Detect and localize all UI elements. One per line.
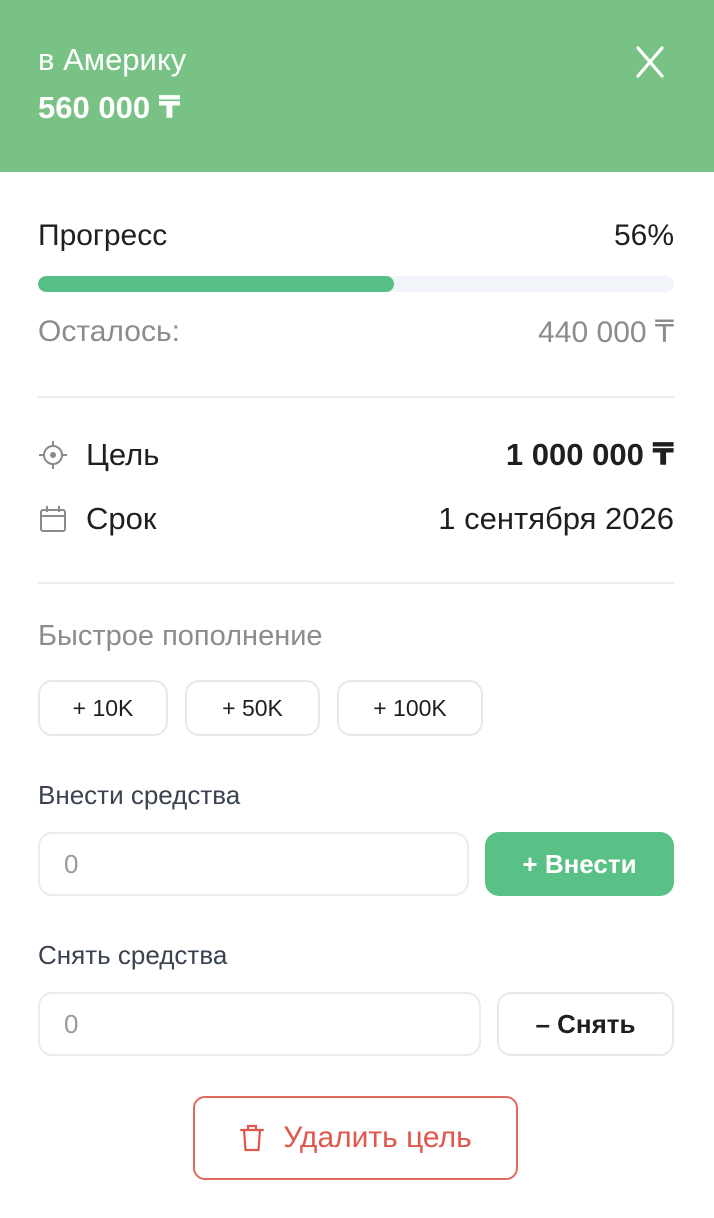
deposit-amount-input[interactable]: 0 [38, 832, 469, 896]
close-button[interactable] [628, 40, 672, 84]
progress-row: Прогресс 56% [38, 216, 674, 256]
goal-target-row: Цель 1 000 000 ₸ [38, 434, 674, 476]
calendar-icon [38, 504, 68, 534]
deadline-label: Срок [86, 501, 157, 536]
goal-saved-amount: 560 000 ₸ [38, 90, 181, 125]
progress-label: Прогресс [38, 219, 168, 252]
remaining-value: 440 000 ₸ [538, 315, 674, 349]
deposit-button[interactable]: + Внести [485, 832, 674, 896]
delete-goal-label: Удалить цель [283, 1121, 472, 1154]
progress-bar [38, 276, 674, 292]
deadline-row: Срок 1 сентября 2026 [38, 498, 674, 540]
goal-name: в Америку [38, 42, 187, 77]
target-icon [38, 440, 68, 470]
deposit-label: Внести средства [38, 780, 241, 810]
delete-goal-button[interactable]: Удалить цель [193, 1096, 518, 1180]
goal-target-value: 1 000 000 ₸ [505, 437, 674, 472]
remaining-label: Осталось: [38, 315, 180, 348]
trash-icon [239, 1123, 265, 1153]
divider [38, 396, 674, 398]
withdraw-button[interactable]: – Снять [497, 992, 674, 1056]
progress-percent: 56% [613, 219, 674, 252]
quick-topup-label: Быстрое пополнение [38, 620, 323, 652]
quick-topup-100k-button[interactable]: + 100K [337, 680, 483, 736]
goal-header: в Америку 560 000 ₸ [0, 0, 714, 172]
divider [38, 582, 674, 584]
deadline-value: 1 сентября 2026 [438, 501, 674, 536]
quick-topup-50k-button[interactable]: + 50K [185, 680, 320, 736]
withdraw-label: Снять средства [38, 940, 228, 970]
withdraw-amount-input[interactable]: 0 [38, 992, 481, 1056]
close-icon [636, 46, 664, 78]
progress-bar-fill [38, 276, 395, 292]
goal-target-label: Цель [86, 437, 160, 472]
quick-topup-10k-button[interactable]: + 10K [38, 680, 168, 736]
remaining-row: Осталось: 440 000 ₸ [38, 312, 674, 352]
